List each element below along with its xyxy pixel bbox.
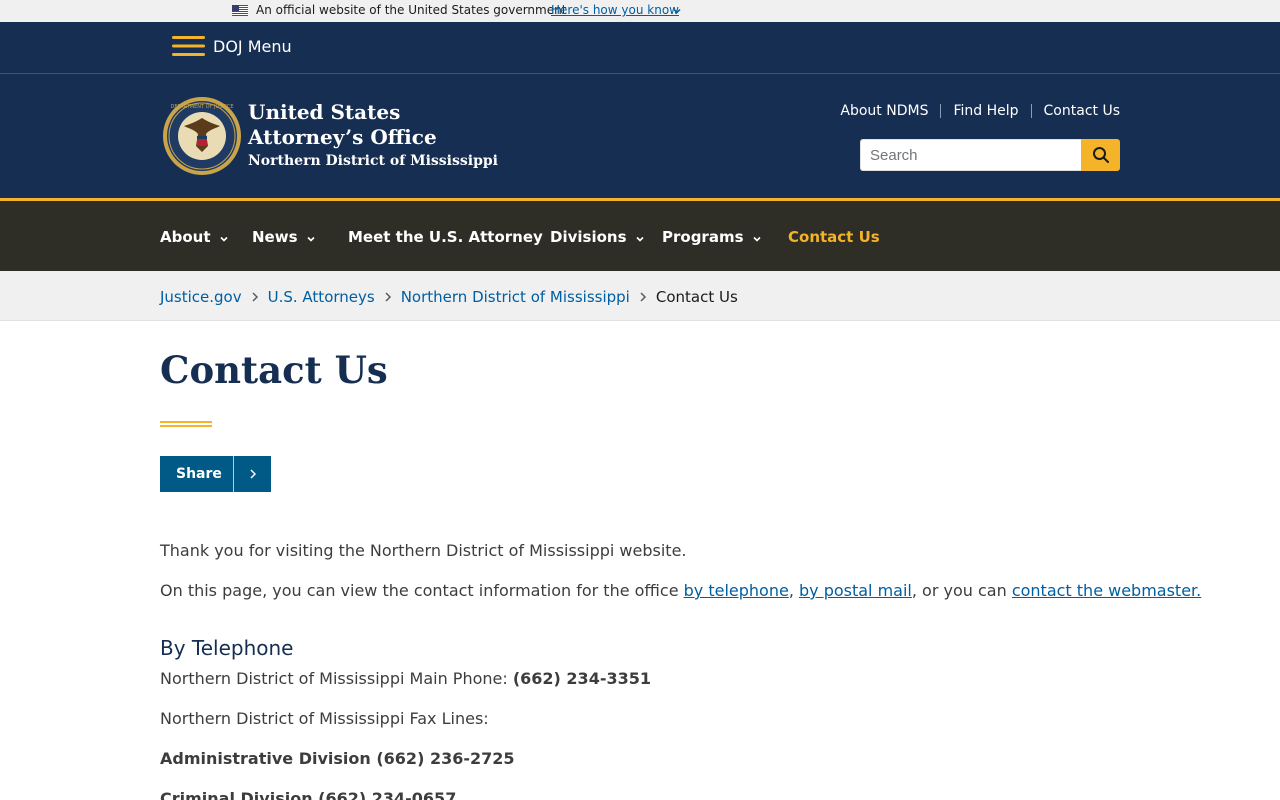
search-icon xyxy=(1092,147,1109,163)
paragraph-text: On this page, you can view the contact i… xyxy=(160,581,684,600)
doj-menu-button[interactable]: DOJ Menu xyxy=(213,37,292,56)
title-underline-divider xyxy=(160,421,212,427)
intro-paragraph: Thank you for visiting the Northern Dist… xyxy=(160,541,687,560)
nav-item-news[interactable]: News xyxy=(252,228,316,246)
utility-divider xyxy=(940,104,942,118)
search-button[interactable] xyxy=(1081,139,1120,171)
main-phone-line: Northern District of Mississippi Main Ph… xyxy=(160,669,651,688)
svg-text:DEPARTMENT OF JUSTICE: DEPARTMENT OF JUSTICE xyxy=(170,104,233,110)
fax-criminal-division: Criminal Division (662) 234-0657 xyxy=(160,789,457,800)
share-label: Share xyxy=(176,466,222,482)
nav-item-label: About xyxy=(160,228,211,246)
by-telephone-link[interactable]: by telephone xyxy=(684,581,789,600)
nav-item-meet-us-attorney[interactable]: Meet the U.S. Attorney xyxy=(348,228,543,246)
breadcrumb-link-ndms[interactable]: Northern District of Mississippi xyxy=(401,288,630,306)
utility-divider xyxy=(1030,104,1032,118)
breadcrumb-link-justice-gov[interactable]: Justice.gov xyxy=(160,288,242,306)
gov-banner: An official website of the United States… xyxy=(0,0,1280,22)
contact-webmaster-link[interactable]: contact the webmaster. xyxy=(1012,581,1201,600)
chevron-down-icon xyxy=(306,236,315,242)
office-title-line2: Attorney’s Office xyxy=(248,125,437,149)
us-flag-icon xyxy=(232,5,248,16)
chevron-down-icon xyxy=(219,236,228,242)
nav-item-label: Programs xyxy=(662,228,744,246)
page-title: Contact Us xyxy=(160,348,388,392)
office-title-line1: United States xyxy=(248,100,401,124)
chevron-right-icon xyxy=(252,292,258,302)
breadcrumb-current: Contact Us xyxy=(655,288,738,306)
heres-how-you-know-link[interactable]: Here's how you know xyxy=(551,3,679,17)
nav-item-label: Contact Us xyxy=(788,228,880,246)
doj-seal-logo[interactable]: DEPARTMENT OF JUSTICE xyxy=(162,96,242,176)
chevron-down-icon xyxy=(752,236,761,242)
share-divider xyxy=(233,456,234,492)
utility-link-contact-us[interactable]: Contact Us xyxy=(1044,103,1120,119)
nav-item-divisions[interactable]: Divisions xyxy=(550,228,645,246)
search-form xyxy=(860,139,1120,171)
hamburger-menu-icon[interactable] xyxy=(172,34,205,58)
chevron-down-icon[interactable] xyxy=(672,6,682,16)
fax-lines-label: Northern District of Mississippi Fax Lin… xyxy=(160,709,489,728)
nav-item-label: Meet the U.S. Attorney xyxy=(348,228,543,246)
official-website-text: An official website of the United States… xyxy=(256,3,567,17)
share-button[interactable]: Share xyxy=(160,456,271,492)
nav-item-contact-us[interactable]: Contact Us xyxy=(788,228,880,246)
breadcrumb: Justice.gov U.S. Attorneys Northern Dist… xyxy=(0,271,1280,321)
utility-nav: About NDMS Find Help Contact Us xyxy=(840,103,1120,119)
doj-menu-bar: DOJ Menu xyxy=(0,22,1280,74)
main-nav: About News Meet the U.S. Attorney Divisi… xyxy=(0,198,1280,271)
site-header: DEPARTMENT OF JUSTICE United States Atto… xyxy=(0,74,1280,198)
office-title[interactable]: United States Attorney’s Office Northern… xyxy=(248,100,498,172)
main-phone-number: (662) 234-3351 xyxy=(512,669,651,688)
fax-administrative-division: Administrative Division (662) 236-2725 xyxy=(160,749,515,768)
office-title-district: Northern District of Mississippi xyxy=(248,153,498,169)
nav-item-about[interactable]: About xyxy=(160,228,229,246)
paragraph-text: , xyxy=(788,581,799,600)
chevron-right-icon xyxy=(385,292,391,302)
nav-item-label: Divisions xyxy=(550,228,627,246)
nav-item-programs[interactable]: Programs xyxy=(662,228,762,246)
by-postal-mail-link[interactable]: by postal mail xyxy=(799,581,912,600)
navigation-paragraph: On this page, you can view the contact i… xyxy=(160,581,1201,600)
utility-link-find-help[interactable]: Find Help xyxy=(953,103,1018,119)
breadcrumb-link-us-attorneys[interactable]: U.S. Attorneys xyxy=(268,288,375,306)
chevron-right-icon xyxy=(249,469,256,479)
nav-item-label: News xyxy=(252,228,298,246)
chevron-down-icon xyxy=(635,236,644,242)
paragraph-text: , or you can xyxy=(911,581,1012,600)
utility-link-about-ndms[interactable]: About NDMS xyxy=(840,103,928,119)
chevron-right-icon xyxy=(640,292,646,302)
search-input[interactable] xyxy=(860,139,1081,171)
section-heading-by-telephone: By Telephone xyxy=(160,636,294,660)
main-phone-label: Northern District of Mississippi Main Ph… xyxy=(160,669,513,688)
